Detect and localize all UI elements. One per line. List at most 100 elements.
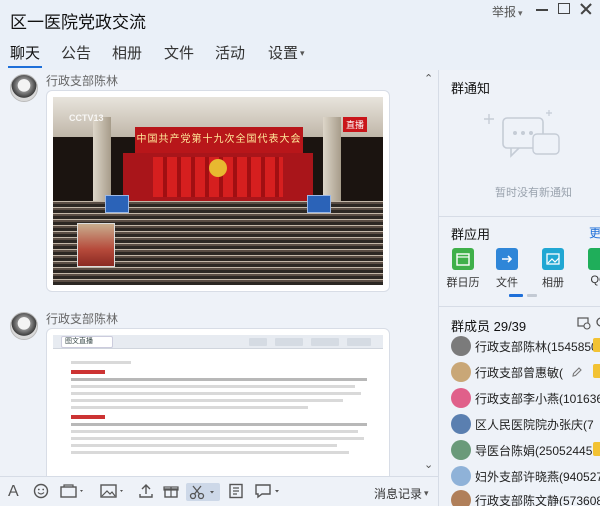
doc-control bbox=[275, 338, 303, 346]
tab-album[interactable]: 相册 bbox=[112, 42, 142, 63]
tab-chat[interactable]: 聊天 bbox=[10, 42, 40, 63]
chevron-down-icon: ▾ bbox=[518, 8, 523, 18]
avatar bbox=[451, 336, 471, 356]
maximize-button[interactable] bbox=[552, 0, 576, 18]
divider bbox=[439, 306, 600, 307]
search-member-icon[interactable] bbox=[595, 316, 600, 330]
screenshot-icon[interactable] bbox=[60, 483, 86, 501]
hall-screen bbox=[307, 195, 331, 213]
chevron-down-icon: ▾ bbox=[424, 488, 429, 498]
role-badge-icon bbox=[593, 364, 600, 378]
member-item[interactable]: 行政支部陈林(15458505 bbox=[439, 334, 600, 358]
upload-icon[interactable] bbox=[138, 483, 154, 501]
notice-title: 群通知 bbox=[451, 81, 491, 96]
member-name: 行政支部李小燕(101636 bbox=[475, 392, 600, 406]
doc-body bbox=[71, 357, 367, 476]
doc-topbar: 图文直播 bbox=[53, 335, 383, 349]
app-calendar[interactable]: 群日历 bbox=[443, 248, 483, 290]
avatar bbox=[451, 440, 471, 460]
app-files[interactable]: 文件 bbox=[487, 248, 527, 290]
avatar[interactable] bbox=[10, 312, 38, 340]
divider bbox=[439, 216, 600, 217]
scroll-down-icon[interactable]: ⌄ bbox=[424, 458, 433, 471]
anchor-inset bbox=[77, 223, 115, 267]
avatar bbox=[451, 490, 471, 506]
doc-control bbox=[311, 338, 339, 346]
doc-control bbox=[347, 338, 371, 346]
scissors-icon[interactable] bbox=[186, 483, 220, 501]
gift-icon[interactable] bbox=[163, 483, 179, 501]
member-item[interactable]: 行政支部陈文静(57360875 bbox=[439, 488, 600, 506]
app-label: 相册 bbox=[542, 277, 564, 289]
tab-settings-label: 设置 bbox=[268, 45, 299, 62]
member-name: 区人民医院院办张庆(7 bbox=[475, 418, 594, 432]
pager-dot-active[interactable] bbox=[509, 294, 523, 297]
member-item[interactable]: 导医台陈娟(25052445 bbox=[439, 438, 600, 462]
member-name: 导医台陈娟(25052445 bbox=[475, 444, 593, 458]
close-button[interactable] bbox=[574, 0, 598, 18]
avatar bbox=[451, 414, 471, 434]
invite-member-icon[interactable] bbox=[577, 316, 591, 330]
member-name: 行政支部陈文静(57360875 bbox=[475, 494, 600, 506]
avatar bbox=[451, 388, 471, 408]
member-count: 群成员 29/39 bbox=[451, 319, 527, 334]
image-icon[interactable] bbox=[100, 483, 126, 501]
report-label: 举报 bbox=[492, 5, 517, 19]
qq-group-window: 区一医院党政交流 举报 ▾ 聊天 公告 相册 文件 活动 设置 ▾ ⌃ 行政支部陈林 bbox=[0, 0, 600, 506]
message-history-button[interactable]: 消息记录 ▾ bbox=[374, 485, 429, 502]
message-bubble[interactable]: 中国共产党第十九次全国代表大会 直播 CCTV13 bbox=[46, 90, 390, 292]
role-badge-icon bbox=[593, 442, 600, 456]
app-label: QQ bbox=[590, 274, 600, 286]
member-name: 行政支部陈林(15458505 bbox=[475, 340, 600, 354]
member-name: 行政支部曾惠敏( bbox=[475, 366, 563, 380]
chat-bubble-icon[interactable] bbox=[254, 483, 282, 501]
hall-screen bbox=[105, 195, 129, 213]
avatar bbox=[451, 466, 471, 486]
app-album[interactable]: 相册 bbox=[533, 248, 573, 290]
minimize-button[interactable] bbox=[530, 0, 554, 18]
qq-app-icon bbox=[588, 248, 600, 270]
emoji-icon[interactable] bbox=[33, 483, 49, 501]
doc-tab: 图文直播 bbox=[61, 336, 113, 348]
role-badge-icon bbox=[593, 338, 600, 352]
message-bubble[interactable]: 图文直播 bbox=[46, 328, 390, 476]
member-item[interactable]: 区人民医院院办张庆(7 bbox=[439, 412, 600, 436]
pager-dot[interactable] bbox=[527, 294, 537, 297]
report-button[interactable]: 举报 ▾ bbox=[492, 3, 523, 20]
channel-logo: CCTV13 bbox=[69, 113, 104, 123]
chevron-down-icon: ▾ bbox=[300, 48, 305, 58]
doc-control bbox=[249, 338, 267, 346]
avatar[interactable] bbox=[10, 74, 38, 102]
notice-empty-text: 暂时没有新通知 bbox=[495, 187, 572, 199]
member-item[interactable]: 妇外支部许晓燕(940527806 bbox=[439, 464, 600, 488]
font-icon[interactable]: A bbox=[8, 483, 19, 501]
edit-icon[interactable] bbox=[571, 366, 583, 378]
title-bar: 区一医院党政交流 举报 ▾ bbox=[0, 0, 600, 38]
great-hall-image[interactable]: 中国共产党第十九次全国代表大会 直播 CCTV13 bbox=[53, 97, 383, 285]
tab-activities[interactable]: 活动 bbox=[215, 42, 245, 63]
tab-bar: 聊天 公告 相册 文件 活动 设置 ▾ bbox=[0, 38, 600, 68]
empty-notice-illustration bbox=[484, 110, 560, 158]
member-item[interactable]: 行政支部李小燕(101636 bbox=[439, 386, 600, 410]
message-sender[interactable]: 行政支部陈林 bbox=[46, 72, 118, 89]
apps-title: 群应用 bbox=[451, 227, 491, 242]
more-apps-link[interactable]: 更 bbox=[589, 224, 600, 241]
tab-files[interactable]: 文件 bbox=[164, 42, 194, 63]
member-item[interactable]: 行政支部曾惠敏( bbox=[439, 360, 600, 384]
chat-area[interactable]: ⌃ 行政支部陈林 中国共产党第十九次全国代表大会 直播 CCTV13 行政支部陈… bbox=[0, 70, 438, 476]
avatar bbox=[451, 362, 471, 382]
live-badge: 直播 bbox=[343, 117, 368, 132]
app-qq[interactable]: QQ bbox=[579, 248, 600, 286]
member-name: 妇外支部许晓燕(940527806 bbox=[475, 470, 600, 484]
input-toolbar: A 消息记录 ▾ bbox=[0, 476, 438, 506]
scroll-up-icon[interactable]: ⌃ bbox=[424, 72, 433, 85]
message-history-label: 消息记录 bbox=[374, 487, 423, 501]
tab-announcements[interactable]: 公告 bbox=[61, 42, 91, 63]
tab-settings[interactable]: 设置 ▾ bbox=[268, 42, 305, 63]
congress-banner: 中国共产党第十九次全国代表大会 bbox=[135, 127, 303, 153]
right-panel: 群通知 暂时没有新通知 群应用 更 群日历 文件 相册 Q 群成员 29/39 … bbox=[438, 70, 600, 506]
message-sender[interactable]: 行政支部陈林 bbox=[46, 310, 118, 327]
file-share-icon bbox=[496, 248, 518, 270]
document-icon[interactable] bbox=[228, 483, 244, 501]
document-image[interactable]: 图文直播 bbox=[53, 335, 383, 476]
